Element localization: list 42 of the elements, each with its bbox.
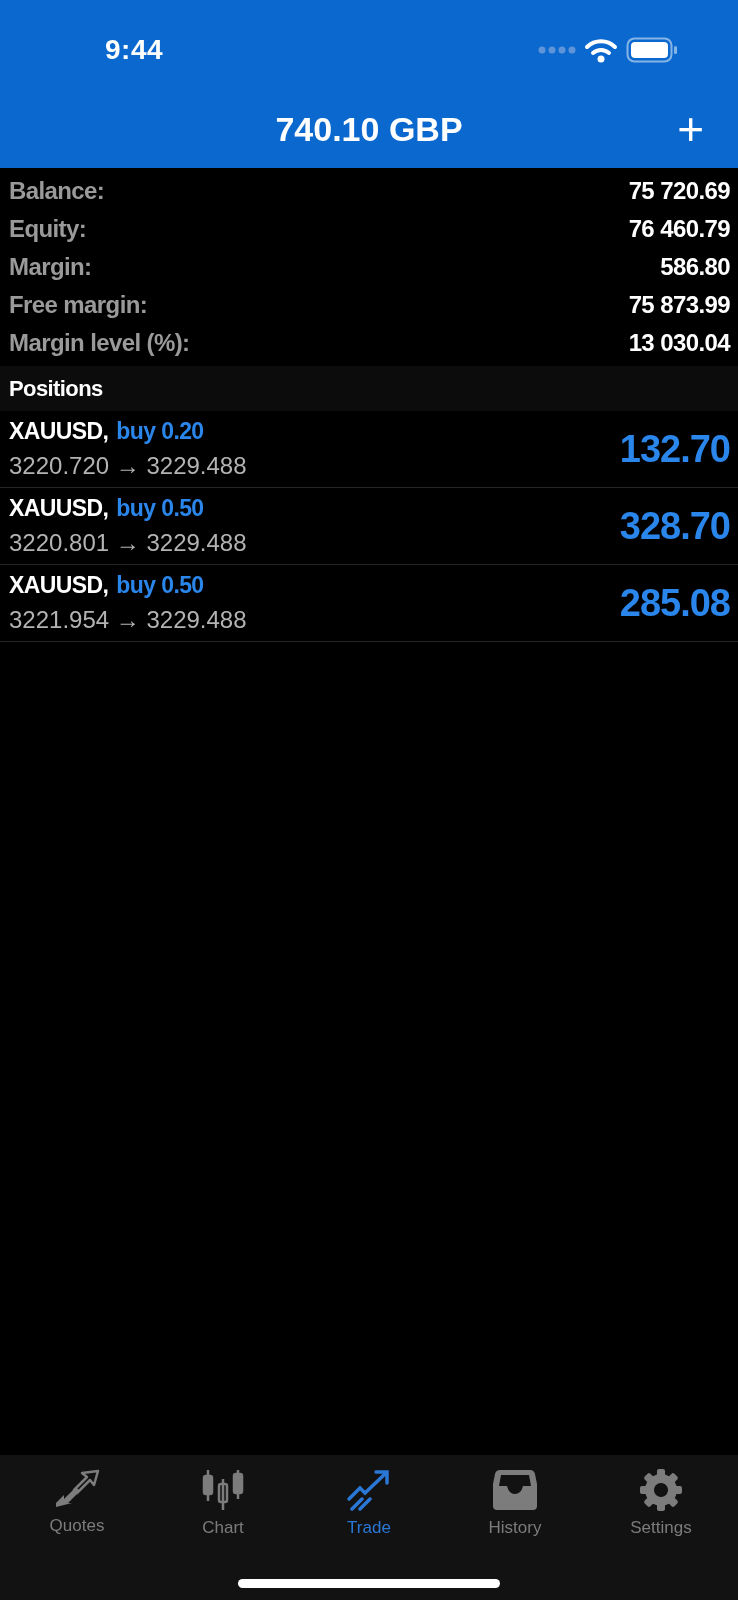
settings-icon: [638, 1469, 684, 1511]
summary-label: Equity:: [9, 214, 87, 244]
tab-button[interactable]: Quotes: [4, 1455, 150, 1542]
position-side: buy 0.50: [116, 493, 204, 523]
position-side: buy 0.20: [116, 416, 204, 446]
summary-label: Margin level (%):: [9, 328, 190, 358]
tab-button[interactable]: Chart: [150, 1455, 296, 1542]
inbox-icon: [492, 1469, 538, 1511]
position-prices: 3221.954 → 3229.488: [9, 605, 247, 636]
position-profit: 328.70: [619, 503, 730, 549]
position-profit: 285.08: [619, 580, 730, 626]
summary-value: 75 873.99: [628, 290, 730, 320]
summary-value: 586.80: [660, 252, 730, 282]
position-prices: 3220.801 → 3229.488: [9, 528, 247, 559]
candlestick-icon: [200, 1469, 246, 1511]
position-symbol: XAUUSD,: [9, 570, 109, 600]
add-button[interactable]: +: [677, 106, 704, 152]
tab-button[interactable]: Settings: [588, 1455, 734, 1542]
tab-button[interactable]: Trade: [296, 1455, 442, 1542]
signal-dots-icon: [538, 46, 576, 54]
tab-button[interactable]: History: [442, 1455, 588, 1542]
status-time: 9:44: [105, 33, 164, 67]
summary-label: Free margin:: [9, 290, 148, 320]
summary-label: Balance:: [9, 176, 105, 206]
position-symbol: XAUUSD,: [9, 416, 109, 446]
position-row[interactable]: XAUUSD, buy 0.20 3220.720 → 3229.488 132.70: [0, 411, 738, 488]
position-side: buy 0.50: [116, 570, 204, 600]
account-title: 740.10 GBP: [275, 108, 463, 150]
summary-value: 75 720.69: [628, 176, 730, 206]
arrows-icon: [54, 1469, 100, 1509]
summary-value: 76 460.79: [628, 214, 730, 244]
position-symbol: XAUUSD,: [9, 493, 109, 523]
position-prices: 3220.720 → 3229.488: [9, 451, 247, 482]
wifi-icon: [584, 37, 618, 63]
summary-value: 13 030.04: [628, 328, 730, 358]
section-title: Positions: [9, 375, 103, 403]
position-row[interactable]: XAUUSD, buy 0.50 3220.801 → 3229.488 328.70: [0, 488, 738, 565]
position-row[interactable]: XAUUSD, buy 0.50 3221.954 → 3229.488 285.08: [0, 565, 738, 642]
trend-arrow-icon: [346, 1469, 392, 1511]
battery-icon: [626, 37, 678, 63]
summary-label: Margin:: [9, 252, 92, 282]
position-profit: 132.70: [619, 426, 730, 472]
